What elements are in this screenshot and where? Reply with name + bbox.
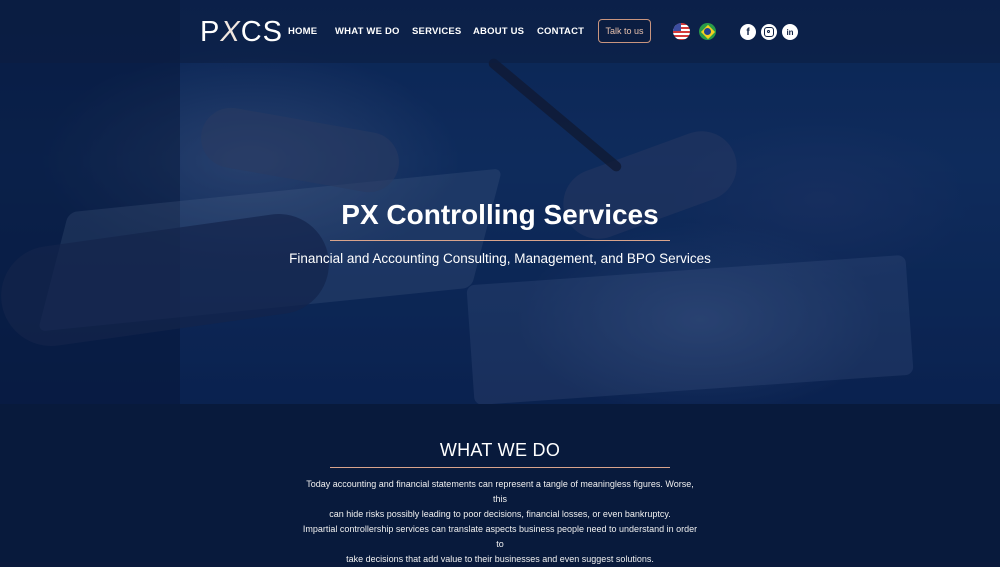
talk-to-us-button[interactable]: Talk to us [598,19,651,43]
nav-home[interactable]: HOME [288,26,317,37]
section-divider [330,467,670,468]
linkedin-icon[interactable]: in [782,24,798,40]
nav-what-we-do[interactable]: WHAT WE DO [335,26,400,37]
what-we-do-section: WHAT WE DO Today accounting and financia… [0,404,1000,564]
hero-title: PX Controlling Services [341,199,659,230]
logo-text-p: P [200,16,221,48]
flag-us-icon[interactable] [673,23,690,40]
hero-subtitle: Financial and Accounting Consulting, Man… [289,251,711,266]
facebook-glyph: f [746,26,750,38]
controllership-line-2: take decisions that add value to their b… [346,554,654,564]
nav-contact[interactable]: CONTACT [537,26,584,37]
hero-divider [330,240,670,241]
intro-line-2: can hide risks possibly leading to poor … [329,509,671,519]
facebook-icon[interactable]: f [740,24,756,40]
logo-text-x: X [220,16,241,48]
controllership-paragraph: Impartial controllership services can tr… [300,522,700,567]
logo[interactable]: PXCS [200,16,283,49]
navbar: PXCS HOME WHAT WE DO SERVICES ABOUT US C… [0,0,1000,63]
nav-services[interactable]: SERVICES [412,26,461,37]
controllership-line-1: Impartial controllership services can tr… [302,524,698,549]
logo-text-cs: CS [240,16,283,48]
flag-br-icon[interactable] [699,23,716,40]
nav-about-us[interactable]: ABOUT US [473,26,524,37]
intro-line-1: Today accounting and financial statement… [306,479,694,504]
intro-paragraph: Today accounting and financial statement… [300,477,700,522]
section-title: WHAT WE DO [439,440,561,460]
linkedin-glyph: in [786,27,794,37]
instagram-icon[interactable] [761,24,777,40]
